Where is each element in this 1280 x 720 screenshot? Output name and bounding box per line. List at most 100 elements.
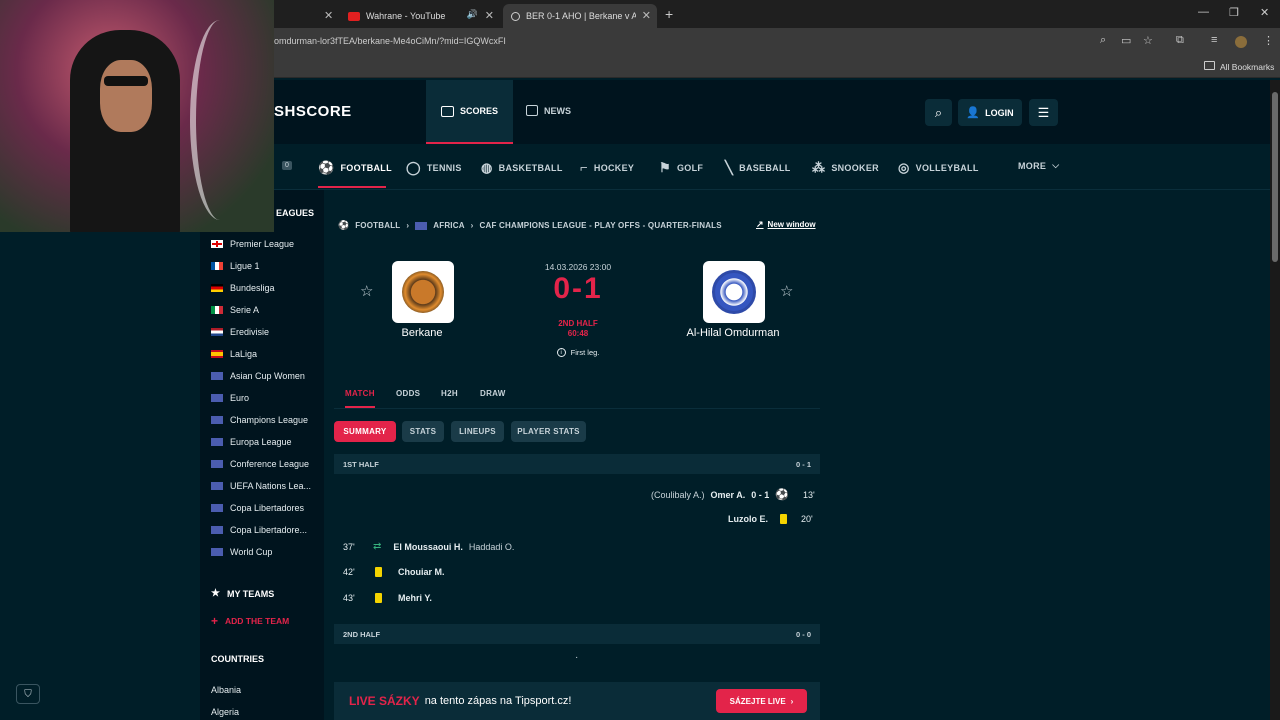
extensions-icon[interactable]: ⧉ (1176, 34, 1184, 47)
sidebar-league-item[interactable]: Conference League (211, 459, 326, 469)
player-out[interactable]: Haddadi O. (469, 542, 515, 552)
bet-live-button[interactable]: SÁZEJTE LIVE › (716, 689, 807, 713)
sport-tennis[interactable]: ◯ TENNIS (406, 160, 462, 176)
match-clock: 60:48 (567, 329, 589, 338)
away-team-name[interactable]: Al-Hilal Omdurman (673, 327, 793, 339)
player-in[interactable]: El Moussaoui H. (393, 542, 463, 552)
youtube-icon (348, 11, 360, 21)
sport-more[interactable]: MORE ⌵ (1018, 160, 1059, 171)
event-minute: 43' (343, 593, 355, 603)
sidebar-league-item[interactable]: Europa League (211, 437, 326, 447)
home-team-name[interactable]: Berkane (372, 327, 472, 339)
close-icon[interactable]: ✕ (324, 9, 333, 22)
scores-icon (440, 105, 454, 117)
sport-golf[interactable]: ⚑ GOLF (659, 160, 703, 176)
hamburger-button[interactable]: ☰ (1029, 99, 1058, 126)
eng-flag-icon (211, 240, 223, 248)
cast-icon[interactable]: ▭ (1121, 34, 1131, 47)
assist-player[interactable]: (Coulibaly A.) (651, 490, 705, 500)
tab-h2h[interactable]: H2H (441, 389, 458, 398)
half-label: 2ND HALF (343, 629, 381, 639)
url-field[interactable]: omdurman-lor3fTEA/berkane-Me4oCiMn/?mid=… (274, 36, 506, 46)
minimize-icon[interactable]: — (1198, 6, 1209, 18)
sidebar-league-item[interactable]: Copa Libertadore... (211, 525, 326, 535)
speaker-icon: 🔊 (466, 9, 478, 19)
subtab-player-stats[interactable]: PLAYER STATS (511, 421, 586, 442)
sport-baseball[interactable]: ╲ BASEBALL (725, 160, 791, 176)
sport-volleyball[interactable]: ◎ VOLLEYBALL (898, 160, 979, 176)
sidebar-league-item[interactable]: Copa Libertadores (211, 503, 326, 513)
search-button[interactable]: ⌕ (925, 99, 952, 126)
fr-flag-icon (211, 262, 223, 270)
subtab-stats[interactable]: STATS (402, 421, 444, 442)
tennis-icon: ◯ (406, 160, 421, 175)
sidebar-league-item[interactable]: Ligue 1 (211, 261, 326, 271)
tab-draw[interactable]: DRAW (480, 389, 506, 398)
window-close-icon[interactable]: ✕ (1260, 6, 1269, 19)
sport-basketball[interactable]: ◍ BASKETBALL (481, 160, 563, 176)
home-team-logo[interactable] (392, 261, 454, 323)
media-icon[interactable]: ≡ (1211, 34, 1217, 46)
yellow-card-icon (375, 567, 382, 577)
sidebar-league-item[interactable]: Asian Cup Women (211, 371, 326, 381)
restore-icon[interactable]: ❐ (1229, 6, 1239, 19)
country-item[interactable]: Algeria (211, 707, 239, 717)
browser-tab-youtube[interactable]: Wahrane - YouTube 🔊 ✕ (340, 4, 500, 28)
world-flag-icon (211, 548, 223, 556)
sidebar-league-item[interactable]: Euro (211, 393, 326, 403)
sidebar-league-item[interactable]: Champions League (211, 415, 326, 425)
world-flag-icon (211, 504, 223, 512)
sidebar-league-item[interactable]: Bundesliga (211, 283, 326, 293)
close-icon[interactable]: ✕ (485, 9, 494, 22)
zoom-icon[interactable]: ⌕ (1100, 34, 1106, 47)
new-tab-icon[interactable]: + (665, 6, 673, 22)
sidebar-league-item[interactable]: Eredivisie (211, 327, 326, 337)
sidebar-league-item[interactable]: UEFA Nations Lea... (211, 481, 326, 491)
favorite-home-star-icon[interactable]: ☆ (360, 282, 373, 300)
add-team-link[interactable]: + ADD THE TEAM (211, 614, 289, 628)
breadcrumb-sport[interactable]: FOOTBALL (355, 221, 400, 230)
sport-snooker[interactable]: ⁂ SNOOKER (812, 160, 879, 176)
sidebar-league-item[interactable]: Premier League (211, 239, 326, 249)
profile-icon[interactable] (1235, 36, 1247, 48)
country-item[interactable]: Albania (211, 685, 241, 695)
nav-scores[interactable]: SCORES (426, 80, 513, 144)
volleyball-icon: ◎ (898, 160, 910, 175)
my-teams[interactable]: ★ MY TEAMS (211, 588, 274, 599)
page-scrollbar[interactable] (1270, 80, 1280, 720)
all-bookmarks[interactable]: All Bookmarks (1220, 62, 1274, 72)
sidebar-league-item[interactable]: LaLiga (211, 349, 326, 359)
sport-football[interactable]: ⚽ FOOTBALL (318, 160, 392, 176)
tab-odds[interactable]: ODDS (396, 389, 420, 398)
away-team-logo[interactable] (703, 261, 765, 323)
subtab-summary[interactable]: SUMMARY (334, 421, 396, 442)
close-icon[interactable]: ✕ (642, 9, 651, 22)
shield-button[interactable]: ⛉ (16, 684, 40, 704)
first-half-header: 1ST HALF 0 - 1 (334, 454, 820, 474)
site-logo[interactable]: SHSCORE (274, 103, 352, 120)
browser-tab-flashscore[interactable]: BER 0-1 AHO | Berkane v Al-Hil ✕ (503, 4, 657, 28)
star-icon[interactable]: ☆ (1143, 34, 1153, 47)
player[interactable]: Mehri Y. (398, 593, 432, 603)
scorer[interactable]: Omer A. (711, 490, 746, 500)
sport-hockey[interactable]: ⌐ HOCKEY (580, 160, 634, 175)
player[interactable]: Chouiar M. (398, 567, 445, 577)
league-label: Copa Libertadore... (230, 525, 308, 535)
nav-news[interactable]: NEWS (526, 105, 571, 116)
subtab-lineups[interactable]: LINEUPS (451, 421, 504, 442)
search-icon: ⌕ (934, 104, 943, 120)
tab-match[interactable]: MATCH (345, 389, 375, 398)
menu-icon[interactable]: ⋮ (1263, 34, 1274, 47)
breadcrumb-competition[interactable]: CAF CHAMPIONS LEAGUE - PLAY OFFS - QUART… (480, 221, 722, 230)
scrollbar-thumb[interactable] (1272, 92, 1278, 262)
new-window-link[interactable]: ↗ New window (756, 219, 816, 230)
favorite-away-star-icon[interactable]: ☆ (780, 282, 793, 300)
league-label: World Cup (230, 547, 273, 557)
breadcrumb-region[interactable]: AFRICA (433, 221, 464, 230)
login-button[interactable]: 👤 LOGIN (958, 99, 1022, 126)
sidebar-league-item[interactable]: World Cup (211, 547, 326, 557)
player[interactable]: Luzolo E. (728, 514, 768, 524)
nl-flag-icon (211, 328, 223, 336)
sidebar-league-item[interactable]: Serie A (211, 305, 326, 315)
second-half-header: 2ND HALF 0 - 0 (334, 624, 820, 644)
